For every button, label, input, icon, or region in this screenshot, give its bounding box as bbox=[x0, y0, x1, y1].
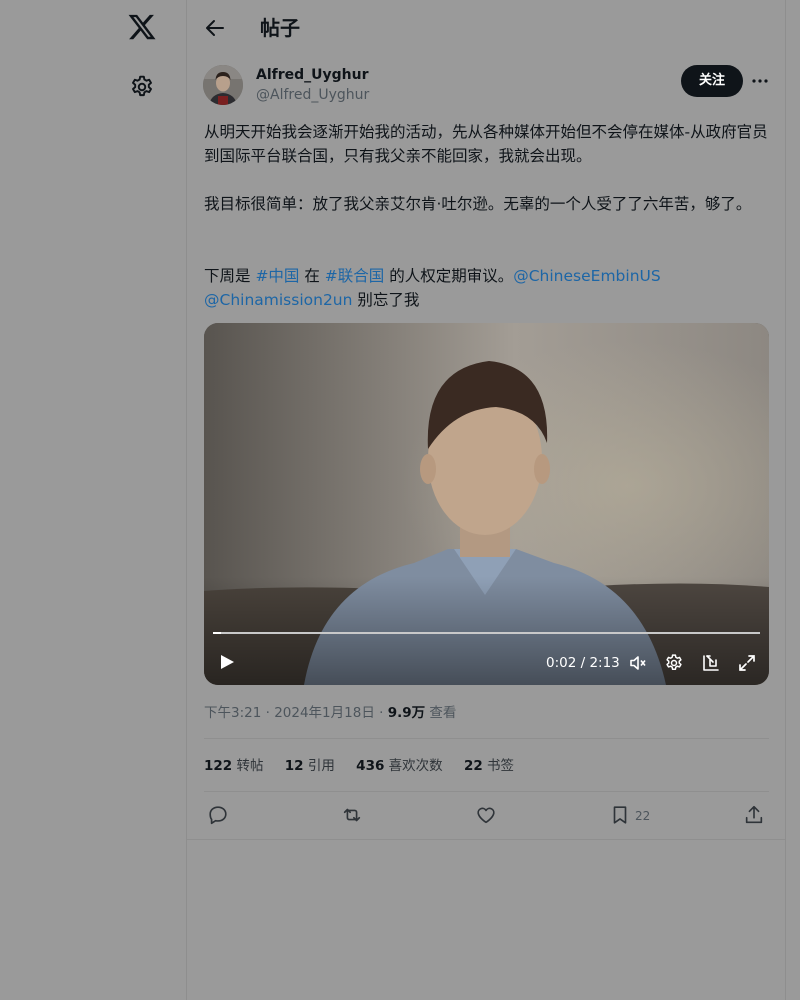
divider bbox=[204, 738, 769, 739]
text-segment: 下周是 bbox=[204, 267, 256, 285]
more-options-icon[interactable] bbox=[750, 71, 770, 91]
like-count: 436 bbox=[356, 758, 385, 774]
engagement-stats: 122 转帖 12 引用 436 喜欢次数 22 书签 bbox=[204, 756, 531, 776]
mention-link[interactable]: @ChineseEmbinUS bbox=[513, 267, 660, 285]
view-label: 查看 bbox=[425, 705, 457, 721]
quote-label: 引用 bbox=[307, 758, 335, 774]
follow-button[interactable]: 关注 bbox=[681, 65, 743, 97]
back-arrow-icon[interactable] bbox=[203, 16, 227, 40]
x-logo-icon[interactable] bbox=[127, 12, 157, 42]
like-heart-icon[interactable] bbox=[475, 804, 497, 828]
post-paragraph-2: 我目标很简单：放了我父亲艾尔肯·吐尔逊。无辜的一个人受了了六年苦，够了。 bbox=[204, 195, 752, 213]
column-divider-right bbox=[785, 0, 786, 1000]
settings-gear-icon[interactable] bbox=[129, 74, 155, 100]
bookmark-count: 22 bbox=[463, 758, 483, 774]
video-frame bbox=[204, 323, 769, 685]
post-timestamp[interactable]: 下午3:21 · 2024年1月18日 · bbox=[204, 705, 388, 721]
play-icon[interactable] bbox=[218, 653, 236, 671]
page-title: 帖子 bbox=[260, 16, 300, 40]
video-progress-fill bbox=[213, 632, 222, 634]
repost-icon[interactable] bbox=[341, 804, 363, 828]
repost-stat[interactable]: 122 转帖 bbox=[204, 758, 263, 774]
author-name[interactable]: Alfred_Uyghur bbox=[256, 66, 369, 85]
author-handle[interactable]: @Alfred_Uyghur bbox=[256, 86, 369, 105]
repost-label: 转帖 bbox=[236, 758, 264, 774]
mention-link[interactable]: @Chinamission2un bbox=[204, 291, 352, 309]
picture-in-picture-icon[interactable] bbox=[701, 653, 721, 673]
like-stat[interactable]: 436 喜欢次数 bbox=[356, 758, 442, 774]
thread-bottom-divider bbox=[187, 839, 785, 840]
post-paragraph-3: 下周是 #中国 在 #联合国 的人权定期审议。@ChineseEmbinUS @C… bbox=[204, 264, 770, 312]
fullscreen-icon[interactable] bbox=[737, 653, 757, 673]
left-navigation bbox=[0, 0, 186, 1000]
view-count: 9.9万 bbox=[387, 705, 426, 721]
bookmark-icon[interactable] bbox=[609, 804, 631, 828]
repost-count: 122 bbox=[204, 758, 233, 774]
bookmark-label: 书签 bbox=[487, 758, 515, 774]
quote-stat[interactable]: 12 引用 bbox=[285, 758, 335, 774]
hashtag-link[interactable]: #联合国 bbox=[325, 267, 385, 285]
hashtag-link[interactable]: #中国 bbox=[255, 267, 299, 285]
post-column: 帖子 Alfred_Uyghur @Alfred_Uyghur 关注 从明天开始… bbox=[187, 0, 785, 1000]
video-settings-icon[interactable] bbox=[664, 653, 684, 673]
text-segment: 别忘了我 bbox=[352, 291, 420, 309]
mute-icon[interactable] bbox=[628, 653, 648, 673]
share-icon[interactable] bbox=[743, 804, 765, 828]
bookmark-action-count: 22 bbox=[635, 809, 651, 823]
like-label: 喜欢次数 bbox=[388, 758, 443, 774]
video-progress-track[interactable] bbox=[213, 632, 760, 634]
video-player[interactable]: 0:02 / 2:13 bbox=[204, 323, 769, 685]
reply-icon[interactable] bbox=[207, 804, 229, 828]
divider bbox=[204, 791, 769, 792]
bookmark-stat[interactable]: 22 书签 bbox=[464, 758, 514, 774]
text-segment: 在 bbox=[299, 267, 325, 285]
post-paragraph-1: 从明天开始我会逐渐开始我的活动，先从各种媒体开始但不会停在媒体-从政府官员到国际… bbox=[204, 123, 768, 165]
post-meta: 下午3:21 · 2024年1月18日 · 9.9万 查看 bbox=[204, 703, 456, 723]
text-segment: 的人权定期审议。 bbox=[384, 267, 514, 285]
author-avatar[interactable] bbox=[203, 65, 243, 105]
quote-count: 12 bbox=[284, 758, 304, 774]
video-time: 0:02 / 2:13 bbox=[546, 655, 620, 671]
